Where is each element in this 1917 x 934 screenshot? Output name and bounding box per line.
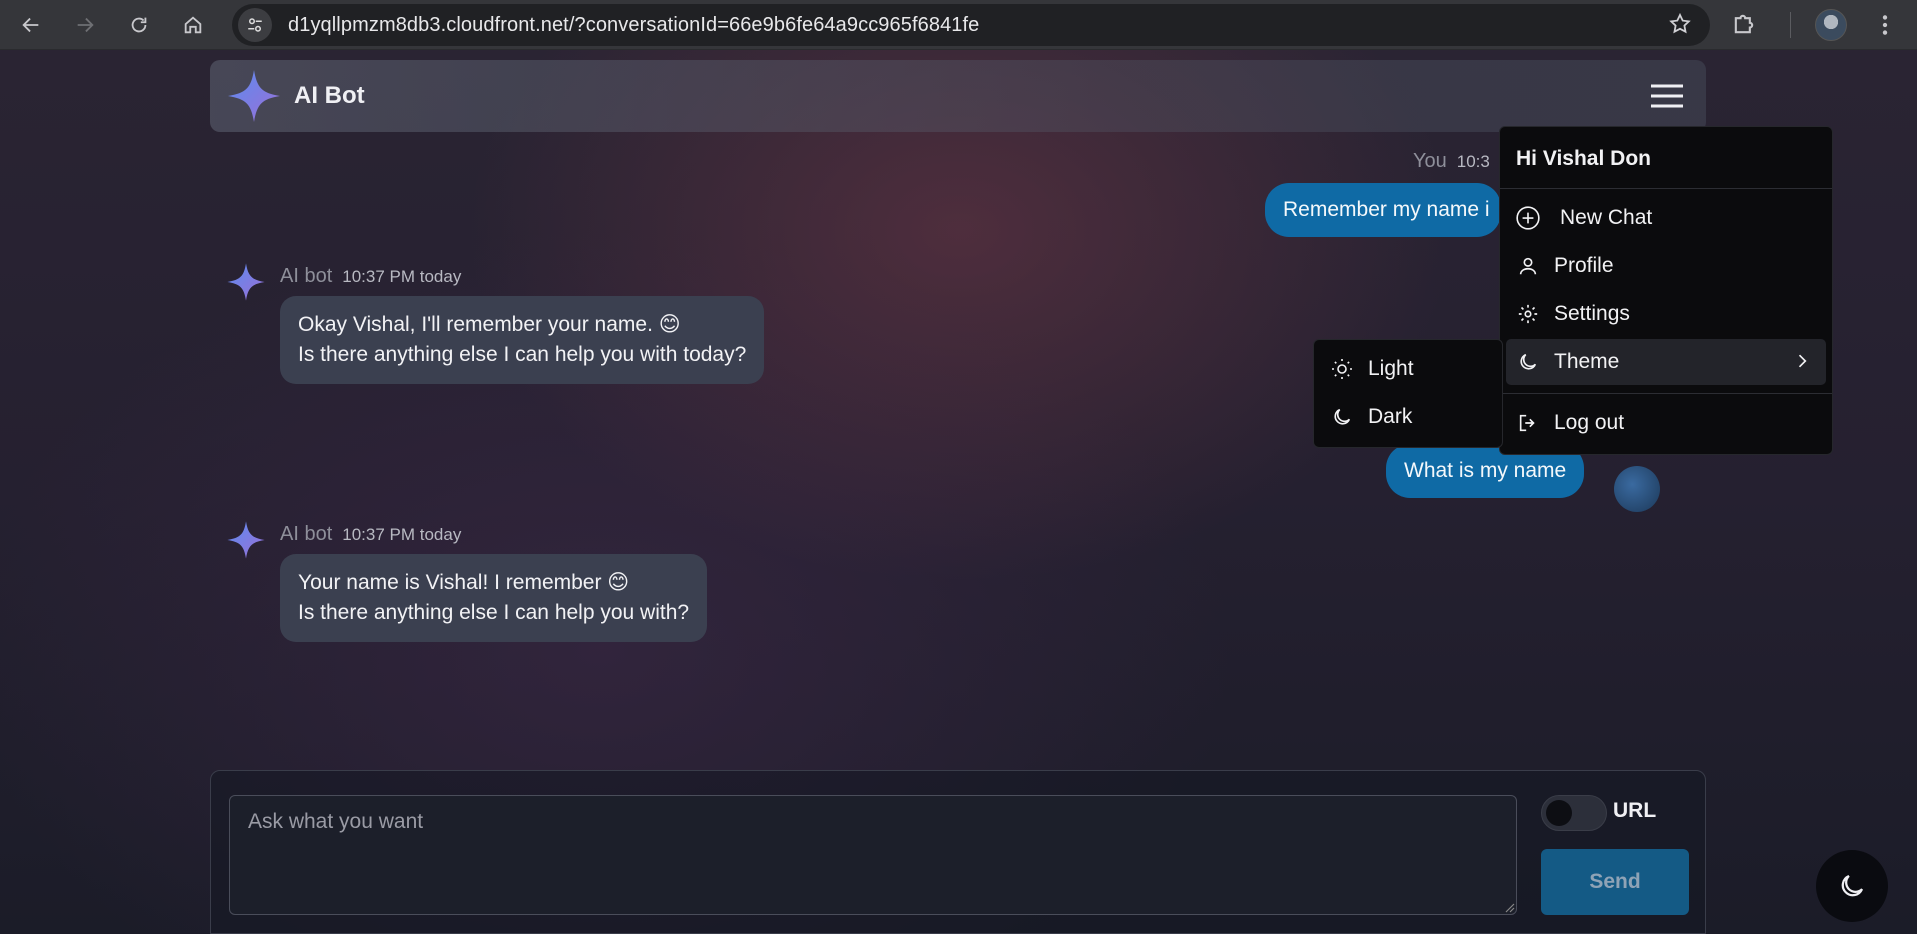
theme-submenu: Light Dark xyxy=(1313,339,1503,448)
home-icon xyxy=(184,15,202,33)
ask-input[interactable] xyxy=(229,795,1517,915)
menu-item-label: New Chat xyxy=(1560,206,1653,229)
message-meta-bot: AI bot 10:37 PM today xyxy=(280,523,461,546)
theme-option-light[interactable]: Light xyxy=(1320,346,1498,392)
menu-divider xyxy=(1500,188,1832,189)
message-line: Okay Vishal, I'll remember your name. 😊 xyxy=(298,313,681,336)
chevron-right-icon xyxy=(1792,351,1812,377)
address-bar[interactable]: d1yqllpmzm8db3.cloudfront.net/?conversat… xyxy=(232,4,1710,46)
tune-icon xyxy=(248,18,262,32)
theme-option-dark[interactable]: Dark xyxy=(1320,394,1498,440)
browser-menu-button[interactable] xyxy=(1872,12,1898,43)
menu-divider xyxy=(1500,393,1832,394)
message-time: 10:37 PM today xyxy=(342,267,462,286)
forward-button[interactable] xyxy=(58,0,112,50)
home-button[interactable] xyxy=(166,0,220,50)
moon-icon xyxy=(1841,874,1864,897)
resize-grip-icon[interactable] xyxy=(1503,901,1515,913)
message-line: Your name is Vishal! I remember 😊 xyxy=(298,571,630,594)
menu-item-label: Log out xyxy=(1554,411,1625,434)
arrow-left-icon xyxy=(22,17,39,32)
gear-icon xyxy=(1514,303,1542,325)
arrow-right-icon xyxy=(77,17,94,32)
sparkle-logo-icon xyxy=(228,70,280,122)
sun-icon xyxy=(1328,357,1356,381)
composer: URL Send xyxy=(210,770,1706,934)
reload-icon xyxy=(131,17,147,32)
app-title: AI Bot xyxy=(294,82,365,109)
message-text: What is my name xyxy=(1404,459,1567,482)
toolbar-separator xyxy=(1790,12,1791,38)
theme-option-label: Dark xyxy=(1368,405,1413,428)
menu-item-logout[interactable]: Log out xyxy=(1506,400,1826,446)
browser-profile-avatar[interactable] xyxy=(1815,9,1847,41)
user-menu: Hi Vishal Don New Chat Profile Settings … xyxy=(1499,126,1833,455)
user-icon xyxy=(1514,255,1542,277)
bot-message-bubble: Okay Vishal, I'll remember your name. 😊 … xyxy=(280,296,765,384)
site-info-button[interactable] xyxy=(238,8,272,42)
bookmark-button[interactable] xyxy=(1668,12,1692,41)
url-host: d1yqllpmzm8db3.cloudfront.net xyxy=(288,13,569,36)
url-text: d1yqllpmzm8db3.cloudfront.net/?conversat… xyxy=(288,14,979,37)
message-time: 10:37 PM today xyxy=(342,525,462,544)
menu-item-profile[interactable]: Profile xyxy=(1506,243,1826,289)
menu-item-new-chat[interactable]: New Chat xyxy=(1506,195,1826,241)
message-line: Is there anything else I can help you wi… xyxy=(298,601,690,624)
hamburger-menu-icon[interactable] xyxy=(1650,84,1684,108)
message-meta-user: You 10:3 xyxy=(1413,150,1490,173)
menu-item-theme[interactable]: Theme xyxy=(1506,339,1826,385)
bot-avatar-icon xyxy=(227,521,265,559)
reload-button[interactable] xyxy=(112,0,166,50)
extensions-button[interactable] xyxy=(1730,10,1758,43)
menu-item-label: Profile xyxy=(1554,254,1614,277)
puzzle-icon xyxy=(1734,14,1754,34)
star-icon xyxy=(1669,12,1691,34)
send-button[interactable]: Send xyxy=(1541,849,1689,915)
url-toggle[interactable] xyxy=(1541,795,1607,831)
user-message-bubble: Remember my name i xyxy=(1265,183,1501,237)
message-meta-bot: AI bot 10:37 PM today xyxy=(280,265,461,288)
message-text: Remember my name i xyxy=(1283,198,1490,221)
message-author: AI bot xyxy=(280,265,333,287)
bot-avatar-icon xyxy=(227,263,265,301)
browser-toolbar: d1yqllpmzm8db3.cloudfront.net/?conversat… xyxy=(0,0,1917,50)
moon-icon xyxy=(1328,406,1356,428)
app-header: AI Bot xyxy=(210,60,1706,132)
back-button[interactable] xyxy=(4,0,58,50)
message-time: 10:3 xyxy=(1456,152,1490,171)
message-author: AI bot xyxy=(280,523,333,545)
more-vert-icon xyxy=(1882,15,1888,35)
menu-item-settings[interactable]: Settings xyxy=(1506,291,1826,337)
bot-message-bubble: Your name is Vishal! I remember 😊 Is the… xyxy=(280,554,708,642)
url-path: /?conversationId=66e9b6fe64a9cc965f6841f… xyxy=(568,13,980,36)
menu-item-label: Settings xyxy=(1554,302,1630,325)
plus-circle-icon xyxy=(1514,205,1542,231)
menu-greeting: Hi Vishal Don xyxy=(1516,147,1651,170)
menu-item-label: Theme xyxy=(1554,350,1620,373)
message-line: Is there anything else I can help you wi… xyxy=(298,343,747,366)
theme-toggle-button[interactable] xyxy=(1816,850,1888,922)
theme-option-label: Light xyxy=(1368,357,1414,380)
toggle-knob xyxy=(1546,800,1572,826)
moon-icon xyxy=(1514,351,1542,373)
url-toggle-label: URL xyxy=(1613,799,1657,822)
user-avatar xyxy=(1614,466,1660,512)
logout-icon xyxy=(1514,412,1542,434)
message-author: You xyxy=(1413,150,1447,172)
